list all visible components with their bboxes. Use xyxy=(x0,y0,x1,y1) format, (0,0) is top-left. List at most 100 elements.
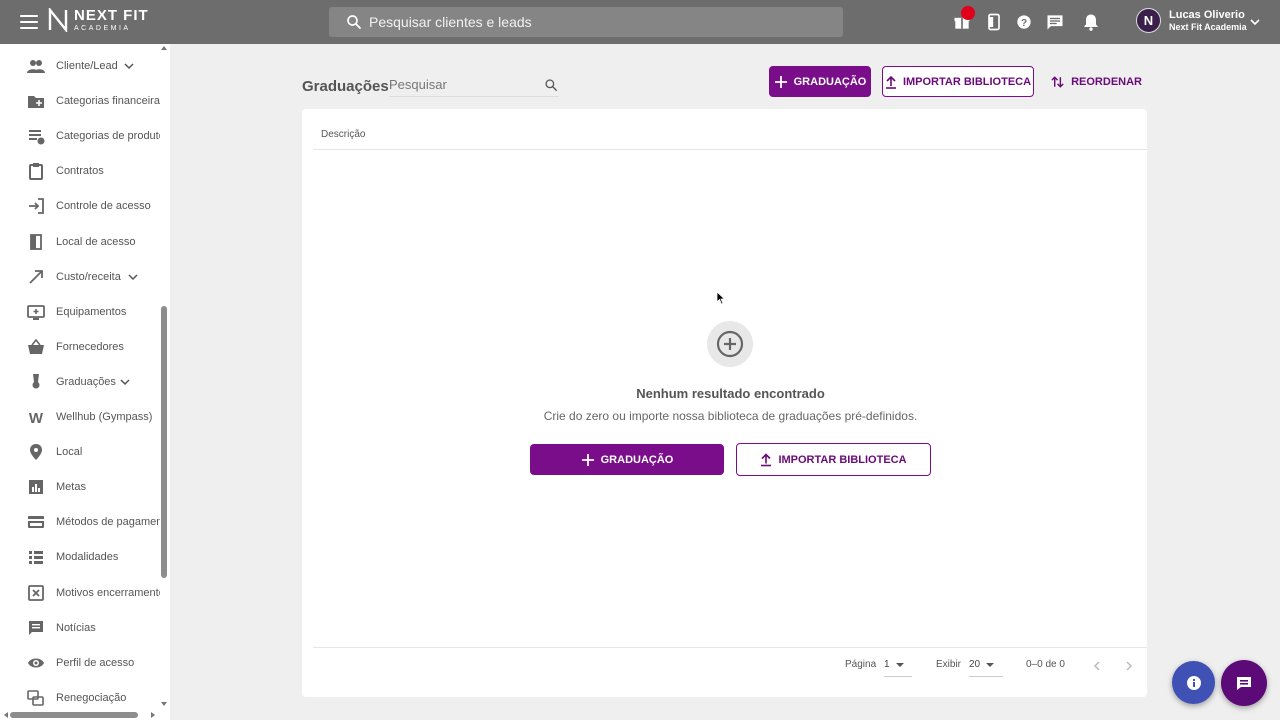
renegotiation-icon xyxy=(27,689,44,706)
menu-icon[interactable] xyxy=(18,12,40,32)
medal-icon xyxy=(32,373,40,389)
scroll-up-arrow-icon[interactable] xyxy=(160,44,168,52)
sidebar-item[interactable]: Equipamentos xyxy=(0,297,160,327)
sidebar-item[interactable]: Modalidades xyxy=(0,542,160,572)
avatar: N xyxy=(1136,8,1161,33)
column-header-description[interactable]: Descrição xyxy=(321,129,365,140)
sidebar-item-label: Perfil de acesso xyxy=(56,656,135,669)
next-page-icon[interactable] xyxy=(1124,661,1134,671)
graduation-search[interactable] xyxy=(389,73,559,97)
sidebar-item-label: Contratos xyxy=(56,165,104,178)
search-icon xyxy=(347,15,361,29)
scroll-right-arrow-icon[interactable] xyxy=(149,711,157,719)
plus-icon xyxy=(581,453,594,466)
sidebar-horizontal-scrollbar[interactable] xyxy=(0,708,160,720)
scrollbar-thumb[interactable] xyxy=(161,306,167,578)
empty-import-library-label: IMPORTAR BIBLIOTECA xyxy=(778,453,907,466)
user-menu[interactable]: N Lucas Oliverio Next Fit Academia xyxy=(1136,8,1247,33)
sidebar-item[interactable]: Graduações xyxy=(0,367,160,397)
wellhub-icon: W xyxy=(29,410,44,426)
sidebar-item-label: Cliente/Lead xyxy=(56,60,118,72)
search-icon[interactable] xyxy=(544,78,558,92)
sidebar-item-label: Local de acesso xyxy=(56,235,136,248)
monitor-add-icon xyxy=(27,304,45,320)
sidebar-item[interactable]: Categorias financeiras xyxy=(0,86,160,116)
sidebar-item[interactable]: Motivos encerramento xyxy=(0,578,160,608)
sidebar-item[interactable]: Metas xyxy=(0,472,160,502)
sidebar: Cliente/Lead Categorias financeiras Catego… xyxy=(0,44,170,720)
sidebar-item-label: Metas xyxy=(56,481,86,494)
sidebar-item-label: Equipamentos xyxy=(56,305,127,318)
chevron-down-icon[interactable] xyxy=(124,61,134,71)
chevron-down-icon[interactable] xyxy=(128,272,138,282)
upload-icon xyxy=(761,453,772,467)
logo[interactable]: NEXT FIT ACADEMIA xyxy=(48,8,149,32)
login-icon xyxy=(29,198,44,215)
sidebar-item[interactable]: Fornecedores xyxy=(0,332,160,362)
sidebar-item-label: Categorias financeiras xyxy=(56,95,160,108)
empty-state-subtitle: Crie do zero ou importe nossa biblioteca… xyxy=(543,409,918,423)
scroll-down-arrow-icon[interactable] xyxy=(160,700,168,708)
chat-support-button[interactable] xyxy=(1221,660,1267,706)
sidebar-item-label: Motivos encerramento xyxy=(56,586,160,599)
list-icon xyxy=(29,551,43,565)
bell-icon[interactable] xyxy=(1081,12,1101,32)
import-library-button[interactable]: IMPORTAR BIBLIOTECA xyxy=(882,66,1034,97)
chat-bubble-icon xyxy=(1237,677,1251,690)
empty-add-graduation-label: GRADUAÇÃO xyxy=(600,453,674,466)
logo-name: NEXT FIT xyxy=(74,7,149,24)
sidebar-item[interactable]: Local xyxy=(0,437,160,467)
sidebar-scrollbar[interactable] xyxy=(160,44,168,710)
door-icon xyxy=(30,233,42,250)
sidebar-item-label: Fornecedores xyxy=(56,340,124,353)
sidebar-item[interactable]: Cliente/Lead xyxy=(0,51,160,81)
global-search-input[interactable] xyxy=(369,7,829,37)
global-search[interactable] xyxy=(329,7,843,37)
reorder-button[interactable]: REORDENAR xyxy=(1050,66,1142,97)
chevron-down-icon[interactable] xyxy=(1249,16,1261,28)
sidebar-item[interactable]: Notícias xyxy=(0,613,160,643)
people-icon xyxy=(27,60,45,73)
top-bar: NEXT FIT ACADEMIA ? N Lucas Ol xyxy=(0,0,1280,44)
reorder-label: REORDENAR xyxy=(1071,75,1142,88)
hscrollbar-thumb[interactable] xyxy=(10,712,138,718)
sidebar-item-label: Controle de acesso xyxy=(56,200,151,213)
header-divider xyxy=(313,149,1147,150)
graduations-table-card: Descrição Nenhum resultado encontrado Cr… xyxy=(302,109,1147,697)
close-box-icon xyxy=(28,584,44,601)
page-select-value: 1 xyxy=(884,659,890,670)
sidebar-item[interactable]: Contratos xyxy=(0,156,160,186)
rows-per-page-select[interactable]: 20 xyxy=(969,653,1003,677)
chat-icon[interactable] xyxy=(1045,12,1065,32)
next-fit-logo-icon xyxy=(48,8,68,32)
show-label: Exibir xyxy=(936,659,962,670)
empty-add-graduation-button[interactable]: GRADUAÇÃO xyxy=(530,444,724,475)
sidebar-item-label: Modalidades xyxy=(56,551,119,564)
page-label: Página xyxy=(845,659,877,670)
sidebar-item[interactable]: Métodos de pagamento xyxy=(0,507,160,537)
empty-import-library-button[interactable]: IMPORTAR BIBLIOTECA xyxy=(736,443,931,476)
sidebar-item-label: Métodos de pagamento xyxy=(56,516,160,529)
dropdown-arrow-icon xyxy=(986,662,995,667)
graduation-search-input[interactable] xyxy=(389,73,539,96)
user-org: Next Fit Academia xyxy=(1169,21,1247,32)
logo-sub: ACADEMIA xyxy=(74,25,131,32)
info-button[interactable] xyxy=(1172,661,1215,704)
sidebar-item[interactable]: W Wellhub (Gympass) xyxy=(0,402,160,432)
chevron-down-icon[interactable] xyxy=(120,377,130,387)
sidebar-item[interactable]: Local de acesso xyxy=(0,227,160,257)
mobile-icon[interactable] xyxy=(984,12,1004,32)
sidebar-item[interactable]: Categorias de produtos xyxy=(0,121,160,151)
svg-text:?: ? xyxy=(1021,18,1027,29)
add-graduation-button[interactable]: GRADUAÇÃO xyxy=(769,66,871,97)
bar-chart-icon xyxy=(29,480,43,495)
sidebar-item[interactable]: Controle de acesso xyxy=(0,191,160,221)
sidebar-item-label: Categorias de produtos xyxy=(56,130,160,143)
scroll-left-arrow-icon[interactable] xyxy=(2,711,10,719)
trend-arrow-icon xyxy=(29,269,43,284)
previous-page-icon[interactable] xyxy=(1092,661,1102,671)
help-icon[interactable]: ? xyxy=(1014,12,1034,32)
sidebar-item[interactable]: Perfil de acesso xyxy=(0,648,160,678)
page-select[interactable]: 1 xyxy=(884,653,912,677)
sidebar-item[interactable]: Custo/receita xyxy=(0,262,160,292)
